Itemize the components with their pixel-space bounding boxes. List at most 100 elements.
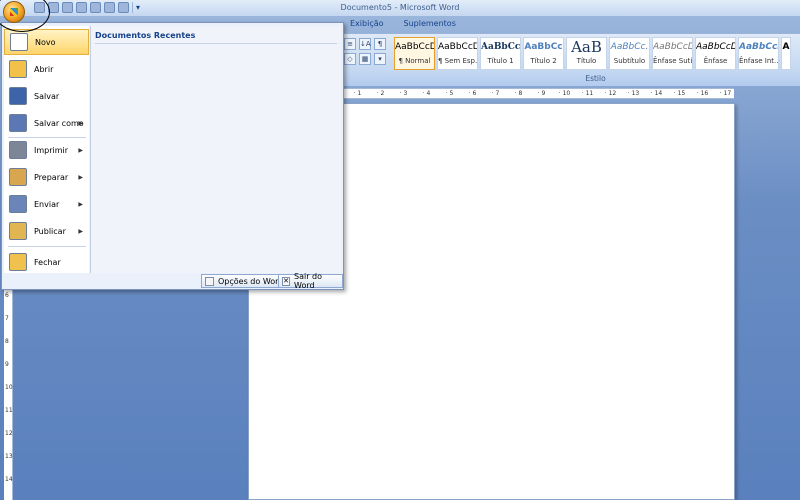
style-1[interactable]: AaBbCcDc ¶ Normal xyxy=(394,37,435,70)
style-name: Ênfase Sutil xyxy=(653,57,693,65)
style-sample: AaBbCc. xyxy=(610,42,649,52)
style-5[interactable]: AaB Título xyxy=(566,37,607,70)
recent-documents-panel: Documentos Recentes xyxy=(90,26,341,273)
title-bar: Documento5 - Microsoft Word ▾ xyxy=(0,0,800,16)
ruler-label: · 9 xyxy=(537,90,546,97)
submenu-arrow-icon: ▶ xyxy=(78,200,83,208)
style-sample: AaBbCc xyxy=(481,42,521,52)
paragraph-tool-5[interactable]: ▦ xyxy=(359,53,371,65)
quick-access-toolbar: ▾ xyxy=(34,2,140,13)
vertical-ruler[interactable]: 6 7 8 9 10 11 12 13 14 xyxy=(4,288,13,500)
style-name: Ênfase Int... xyxy=(739,57,779,65)
horizontal-ruler[interactable]: · 1 · 2 · 3 · 4 · 5 · 6 · 7 · 8 · 9 · 10 · 11 · 12 ·… xyxy=(342,88,734,99)
style-name: ¶ Normal xyxy=(398,57,431,65)
ruler-label: 6 xyxy=(5,292,9,299)
submenu-arrow-icon: ▶ xyxy=(78,119,83,127)
style-6[interactable]: AaBbCc. Subtítulo xyxy=(609,37,650,70)
separator xyxy=(132,2,133,13)
word-options-label: Opções do Word xyxy=(218,276,284,286)
ruler-label: 11 xyxy=(5,407,13,414)
divider xyxy=(95,43,337,44)
paragraph-tool-4[interactable]: ◇ xyxy=(344,53,356,65)
ruler-label: · 11 xyxy=(581,90,594,97)
ruler-label: · 13 xyxy=(627,90,640,97)
menu-item-label: Imprimir xyxy=(34,145,69,155)
menu-item-publicar[interactable]: Publicar ▶ xyxy=(4,218,89,244)
paragraph-tools: ≡ ↓A ¶ ◇ ▦ ▾ xyxy=(344,38,392,65)
menu-item-enviar[interactable]: Enviar ▶ xyxy=(4,191,89,217)
ruler-label: 10 xyxy=(5,384,13,391)
office-menu-commands: Novo Abrir Salvar Salvar como ▶ Imprimir ▶ Prep… xyxy=(4,26,89,273)
redo-icon[interactable] xyxy=(48,2,59,13)
menu-item-fechar[interactable]: Fechar xyxy=(4,249,89,275)
open-icon[interactable] xyxy=(118,2,129,13)
style-8[interactable]: AaBbCcDc Ênfase xyxy=(695,37,736,70)
ruler-label: 7 xyxy=(5,315,9,322)
style-name: Título xyxy=(576,57,597,65)
customize-qat-icon[interactable]: ▾ xyxy=(136,2,140,13)
paragraph-tool-3[interactable]: ¶ xyxy=(374,38,386,50)
office-button[interactable] xyxy=(3,1,25,23)
menu-item-label: Abrir xyxy=(34,64,54,74)
ruler-label: · 7 xyxy=(491,90,500,97)
undo-icon[interactable] xyxy=(34,2,45,13)
style-sample: AaBbCcDc xyxy=(696,42,735,52)
print-preview-icon[interactable] xyxy=(62,2,73,13)
style-4[interactable]: AaBbCc Título 2 xyxy=(523,37,564,70)
menu-item-abrir[interactable]: Abrir xyxy=(4,56,89,82)
menu-item-label: Publicar xyxy=(34,226,66,236)
style-sample: AaBbCcDc xyxy=(438,42,477,52)
submenu-arrow-icon: ▶ xyxy=(78,173,83,181)
style-sample: AaB xyxy=(571,38,602,56)
style-7[interactable]: AaBbCcDc Ênfase Sutil xyxy=(652,37,693,70)
style-name: ¶ Sem Esp... xyxy=(438,57,478,65)
menu-item-imprimir[interactable]: Imprimir ▶ xyxy=(4,137,89,163)
paragraph-tool-2[interactable]: ↓A xyxy=(359,38,371,50)
menu-item-salvar-como[interactable]: Salvar como ▶ xyxy=(4,110,89,136)
menu-item-label: Salvar como xyxy=(34,118,84,128)
quick-print-icon[interactable] xyxy=(90,2,101,13)
menu-item-label: Novo xyxy=(35,37,56,47)
menu-item-label: Preparar xyxy=(34,172,69,182)
new-document-icon[interactable] xyxy=(76,2,87,13)
submenu-arrow-icon: ▶ xyxy=(78,227,83,235)
menu-item-novo[interactable]: Novo xyxy=(4,29,89,55)
ruler-label: · 8 xyxy=(514,90,523,97)
ruler-label: 13 xyxy=(5,453,13,460)
exit-word-label: Sair do Word xyxy=(294,272,323,290)
ruler-label: 9 xyxy=(5,361,9,368)
style-2[interactable]: AaBbCcDc ¶ Sem Esp... xyxy=(437,37,478,70)
folder-open-icon xyxy=(9,60,27,78)
tab-suplementos[interactable]: Suplementos xyxy=(404,16,456,33)
prepare-icon xyxy=(9,168,27,186)
paragraph-group-label: ↘ xyxy=(342,74,390,123)
style-name: Título 1 xyxy=(487,57,514,65)
tab-exibição[interactable]: Exibição xyxy=(350,16,384,33)
style-sample: AaBbCcDc xyxy=(395,42,434,52)
options-icon xyxy=(205,276,214,286)
exit-word-button[interactable]: ✕ Sair do Word xyxy=(278,272,343,290)
menu-item-preparar[interactable]: Preparar ▶ xyxy=(4,164,89,190)
style-9[interactable]: AaBbCcDc Ênfase Int... xyxy=(738,37,779,70)
word-options-button[interactable]: Opções do Word xyxy=(201,274,289,288)
close-folder-icon xyxy=(9,253,27,271)
ruler-ticks: · 1 · 2 · 3 · 4 · 5 · 6 · 7 · 8 · 9 · 10 · 11 · 12 ·… xyxy=(346,90,737,97)
ruler-label: 14 xyxy=(5,476,13,483)
style-3[interactable]: AaBbCc Título 1 xyxy=(480,37,521,70)
paragraph-tool-1[interactable]: ≡ xyxy=(344,38,356,50)
style-10[interactable]: A xyxy=(781,37,791,70)
save-as-icon xyxy=(9,114,27,132)
ruler-label: · 2 xyxy=(376,90,385,97)
save-icon[interactable] xyxy=(104,2,115,13)
ruler-label: · 5 xyxy=(445,90,454,97)
submenu-arrow-icon: ▶ xyxy=(78,146,83,154)
ruler-label: · 10 xyxy=(558,90,571,97)
printer-icon xyxy=(9,141,27,159)
ruler-label: · 15 xyxy=(673,90,686,97)
style-sample: AaBbCcDc xyxy=(739,42,778,52)
styles-gallery: AaBbCcDc¶ NormalAaBbCcDc¶ Sem Esp...AaBb… xyxy=(394,37,791,70)
ribbon-tabs: Exibição Suplementos xyxy=(342,16,456,33)
menu-item-salvar[interactable]: Salvar xyxy=(4,83,89,109)
paragraph-tool-6[interactable]: ▾ xyxy=(374,53,386,65)
ruler-label: · 12 xyxy=(604,90,617,97)
